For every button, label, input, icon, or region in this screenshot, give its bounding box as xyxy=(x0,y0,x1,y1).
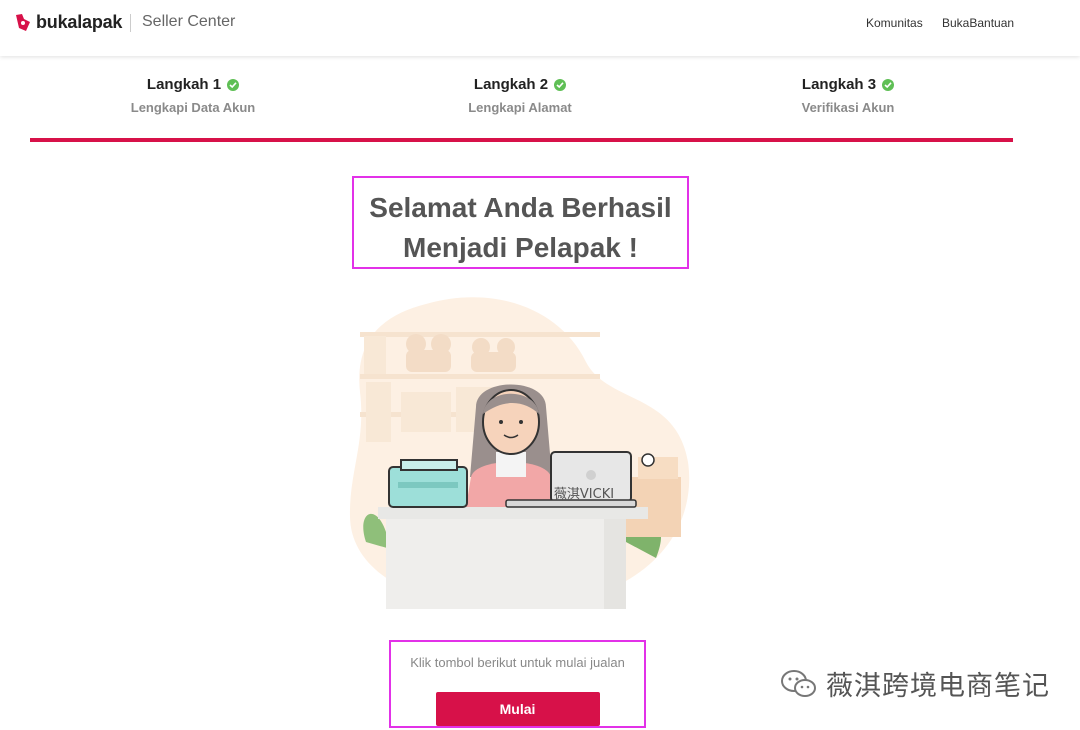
step-2-subtitle: Lengkapi Alamat xyxy=(468,100,572,115)
check-icon xyxy=(554,78,567,91)
step-1-subtitle: Lengkapi Data Akun xyxy=(130,100,256,115)
laptop-watermark: 薇淇VICKI xyxy=(554,487,614,502)
heading-line-2: Menjadi Pelapak ! xyxy=(403,232,638,263)
check-icon xyxy=(227,78,240,91)
step-1-title: Langkah 1 xyxy=(146,76,222,93)
bukalapak-logo-icon xyxy=(16,13,30,31)
step-2-title: Langkah 2 xyxy=(473,76,549,93)
step-3-subtitle: Verifikasi Akun xyxy=(801,100,895,115)
header-divider xyxy=(130,14,131,32)
nav-komunitas[interactable]: Komunitas xyxy=(866,16,923,30)
top-header: bukalapak Seller Center Komunitas BukaBa… xyxy=(0,0,1080,56)
seller-illustration: 薇淇VICKI xyxy=(349,297,690,609)
heading-line-1: Selamat Anda Berhasil xyxy=(369,192,672,223)
success-heading: Selamat Anda Berhasil Menjadi Pelapak ! xyxy=(352,176,689,269)
progress-bar xyxy=(30,138,1013,142)
watermark-text: 薇淇跨境电商笔记 xyxy=(826,671,1050,702)
cta-section: Klik tombol berikut untuk mulai jualan M… xyxy=(389,640,646,728)
bukalapak-logo[interactable]: bukalapak xyxy=(14,12,122,33)
step-3-title: Langkah 3 xyxy=(801,76,877,93)
step-indicator: Langkah 1 Lengkapi Data Akun Langkah 2 L… xyxy=(30,76,1013,118)
step-2: Langkah 2 Lengkapi Alamat xyxy=(410,76,630,115)
check-icon xyxy=(882,78,895,91)
step-1: Langkah 1 Lengkapi Data Akun xyxy=(83,76,303,115)
watermark: 薇淇跨境电商笔记 xyxy=(780,664,1050,703)
mulai-button[interactable]: Mulai xyxy=(435,692,600,726)
nav-bukabantuan[interactable]: BukaBantuan xyxy=(942,16,1014,30)
logo-text: bukalapak xyxy=(36,12,123,32)
cta-instruction: Klik tombol berikut untuk mulai jualan xyxy=(410,655,625,670)
step-3: Langkah 3 Verifikasi Akun xyxy=(738,76,958,115)
wechat-icon xyxy=(781,669,816,697)
app-name: Seller Center xyxy=(142,13,236,30)
